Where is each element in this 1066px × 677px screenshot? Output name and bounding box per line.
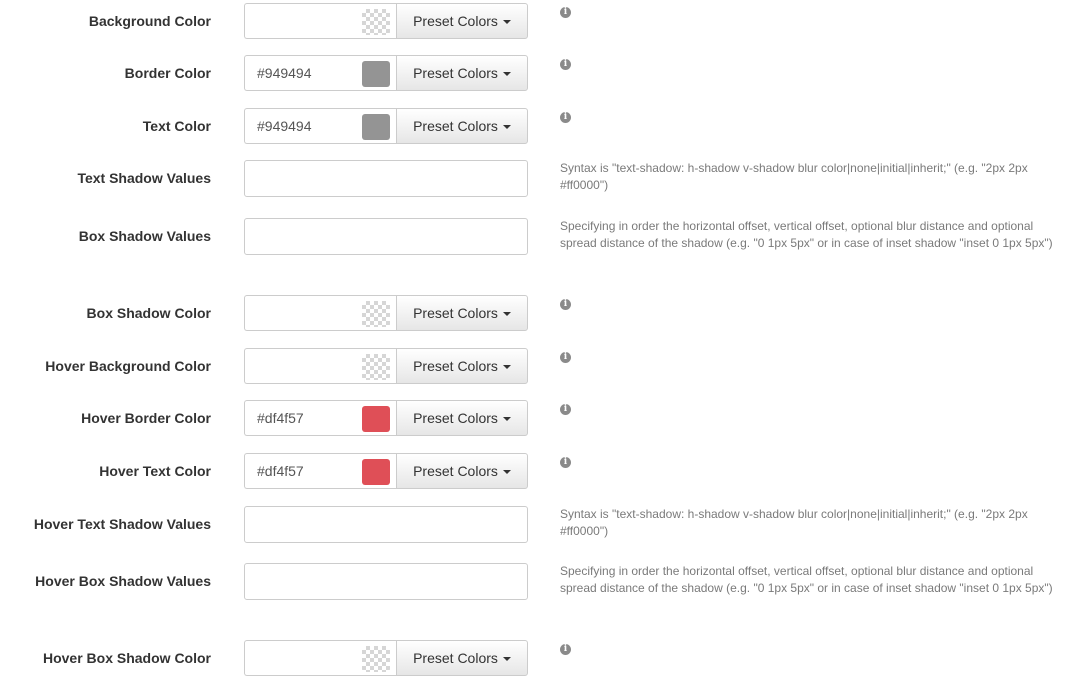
- background-color-picker: Preset Colors: [244, 3, 528, 39]
- preset-button-label: Preset Colors: [413, 305, 498, 321]
- caret-down-icon: [502, 312, 511, 317]
- text-color-value: #949494: [257, 118, 312, 134]
- caret-down-icon: [502, 470, 511, 475]
- info-icon[interactable]: i: [560, 112, 571, 123]
- hover-background-color-input[interactable]: [244, 348, 397, 384]
- text-shadow-values-label: Text Shadow Values: [77, 170, 211, 186]
- hover-box-shadow-values-help: Specifying in order the horizontal offse…: [560, 564, 1053, 595]
- hover-box-shadow-color-input[interactable]: [244, 640, 397, 676]
- hover-border-color-swatch[interactable]: [362, 406, 390, 432]
- preset-button-label: Preset Colors: [413, 463, 498, 479]
- hover-border-color-input[interactable]: #df4f57: [244, 400, 397, 436]
- border-color-preset-button[interactable]: Preset Colors: [396, 55, 528, 91]
- border-color-input[interactable]: #949494: [244, 55, 397, 91]
- hover-box-shadow-values-input[interactable]: [244, 563, 528, 600]
- text-shadow-values-help: Syntax is "text-shadow: h-shadow v-shado…: [560, 161, 1028, 192]
- hover-text-shadow-values-label: Hover Text Shadow Values: [33, 516, 211, 532]
- hover-text-shadow-values-help: Syntax is "text-shadow: h-shadow v-shado…: [560, 507, 1028, 538]
- box-shadow-values-label: Box Shadow Values: [78, 228, 211, 244]
- caret-down-icon: [502, 417, 511, 422]
- hover-text-shadow-values-input[interactable]: [244, 506, 528, 543]
- hover-box-shadow-values-label: Hover Box Shadow Values: [35, 573, 211, 589]
- text-color-label: Text Color: [142, 118, 211, 134]
- box-shadow-color-picker: Preset Colors: [244, 295, 528, 331]
- preset-button-label: Preset Colors: [413, 410, 498, 426]
- hover-border-color-label: Hover Border Color: [81, 410, 211, 426]
- info-icon[interactable]: i: [560, 299, 571, 310]
- preset-button-label: Preset Colors: [413, 118, 498, 134]
- border-color-swatch[interactable]: [362, 61, 390, 87]
- caret-down-icon: [502, 125, 511, 130]
- text-color-swatch[interactable]: [362, 114, 390, 140]
- hover-box-shadow-color-label: Hover Box Shadow Color: [42, 650, 211, 666]
- border-color-picker: #949494 Preset Colors: [244, 55, 528, 91]
- info-icon[interactable]: i: [560, 59, 571, 70]
- info-icon[interactable]: i: [560, 457, 571, 468]
- background-color-preset-button[interactable]: Preset Colors: [396, 3, 528, 39]
- text-color-input[interactable]: #949494: [244, 108, 397, 144]
- text-color-preset-button[interactable]: Preset Colors: [396, 108, 528, 144]
- hover-background-color-picker: Preset Colors: [244, 348, 528, 384]
- info-icon[interactable]: i: [560, 644, 571, 655]
- hover-box-shadow-color-preset-button[interactable]: Preset Colors: [396, 640, 528, 676]
- info-icon[interactable]: i: [560, 352, 571, 363]
- box-shadow-color-label: Box Shadow Color: [86, 305, 211, 321]
- info-icon[interactable]: i: [560, 404, 571, 415]
- preset-button-label: Preset Colors: [413, 650, 498, 666]
- background-color-input[interactable]: [244, 3, 397, 39]
- hover-border-color-picker: #df4f57 Preset Colors: [244, 400, 528, 436]
- hover-box-shadow-color-picker: Preset Colors: [244, 640, 528, 676]
- hover-background-color-label: Hover Background Color: [45, 358, 211, 374]
- caret-down-icon: [502, 365, 511, 370]
- caret-down-icon: [502, 657, 511, 662]
- hover-box-shadow-color-swatch[interactable]: [362, 646, 390, 672]
- hover-background-color-swatch[interactable]: [362, 354, 390, 380]
- preset-button-label: Preset Colors: [413, 13, 498, 29]
- box-shadow-color-preset-button[interactable]: Preset Colors: [396, 295, 528, 331]
- caret-down-icon: [502, 72, 511, 77]
- info-icon[interactable]: i: [560, 7, 571, 18]
- hover-text-color-label: Hover Text Color: [99, 463, 211, 479]
- hover-text-color-preset-button[interactable]: Preset Colors: [396, 453, 528, 489]
- hover-text-color-input[interactable]: #df4f57: [244, 453, 397, 489]
- hover-background-color-preset-button[interactable]: Preset Colors: [396, 348, 528, 384]
- hover-text-color-swatch[interactable]: [362, 459, 390, 485]
- box-shadow-values-help: Specifying in order the horizontal offse…: [560, 219, 1053, 250]
- preset-button-label: Preset Colors: [413, 358, 498, 374]
- background-color-swatch[interactable]: [362, 9, 390, 35]
- box-shadow-color-swatch[interactable]: [362, 301, 390, 327]
- text-shadow-values-input[interactable]: [244, 160, 528, 197]
- caret-down-icon: [502, 20, 511, 25]
- preset-button-label: Preset Colors: [413, 65, 498, 81]
- background-color-label: Background Color: [88, 13, 211, 29]
- box-shadow-color-input[interactable]: [244, 295, 397, 331]
- border-color-value: #949494: [257, 65, 312, 81]
- hover-border-color-preset-button[interactable]: Preset Colors: [396, 400, 528, 436]
- box-shadow-values-input[interactable]: [244, 218, 528, 255]
- border-color-label: Border Color: [124, 65, 211, 81]
- text-color-picker: #949494 Preset Colors: [244, 108, 528, 144]
- hover-border-color-value: #df4f57: [257, 410, 304, 426]
- hover-text-color-value: #df4f57: [257, 463, 304, 479]
- hover-text-color-picker: #df4f57 Preset Colors: [244, 453, 528, 489]
